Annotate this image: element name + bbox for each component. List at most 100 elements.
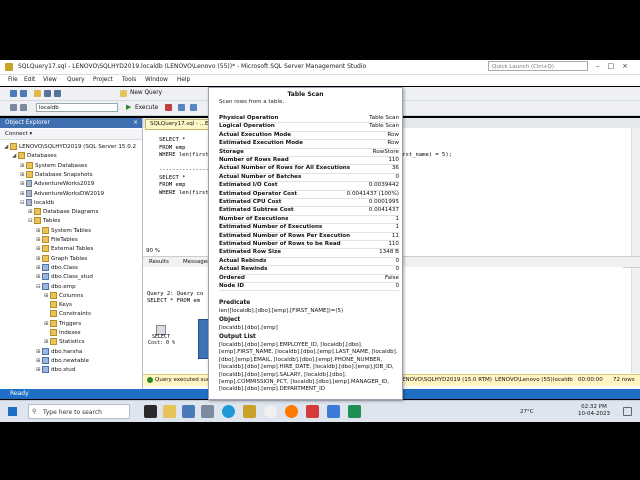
new-query-icon[interactable] bbox=[120, 90, 127, 97]
table-icon bbox=[42, 356, 49, 364]
taskbar-search-input[interactable]: Type here to search bbox=[28, 404, 130, 419]
open-icon[interactable] bbox=[34, 90, 41, 97]
quick-launch-input[interactable]: Quick Launch (Ctrl+Q) bbox=[488, 61, 588, 71]
window-controls[interactable]: –□× bbox=[596, 62, 636, 70]
menu-query[interactable]: Query bbox=[67, 77, 85, 83]
property-name: Ordered bbox=[219, 274, 245, 281]
tree-item[interactable]: ⊟ localdb bbox=[20, 198, 55, 207]
tree-item[interactable]: ⊞ dbo.newtable bbox=[36, 356, 89, 365]
save-all-icon[interactable] bbox=[54, 90, 61, 97]
tree-item[interactable]: ⊞ Database Snapshots bbox=[20, 170, 93, 179]
tree-item[interactable]: ⊞ AdventureWorks2019 bbox=[20, 180, 94, 188]
property-name: Actual Number of Batches bbox=[219, 173, 302, 180]
tree-item[interactable]: ⊞ Statistics bbox=[44, 338, 85, 346]
code-line: SELECT * bbox=[159, 174, 186, 181]
connect-button[interactable]: Connect ▾ bbox=[0, 129, 142, 140]
tree-item-label: dbo.Class_stud bbox=[51, 274, 93, 281]
tree-item[interactable]: ⊟ Tables bbox=[28, 217, 60, 225]
tree-item-label: LENOVO\SQLHYD2019 (SQL Server 15.0.2 bbox=[19, 144, 137, 150]
store-icon[interactable] bbox=[201, 405, 214, 418]
menu-view[interactable]: View bbox=[43, 77, 57, 83]
firefox-icon[interactable] bbox=[285, 405, 298, 418]
tree-item-label: Columns bbox=[59, 292, 84, 299]
media-icon[interactable] bbox=[306, 405, 319, 418]
tree-item[interactable]: ◢ LENOVO\SQLHYD2019 (SQL Server 15.0.2 bbox=[4, 143, 136, 151]
menu-project[interactable]: Project bbox=[93, 77, 113, 83]
property-value: Row bbox=[387, 140, 399, 147]
taskbar-clock[interactable]: 02:32 PM 10-04-2023 bbox=[578, 404, 610, 418]
tree-item[interactable]: ⊞ Graph Tables bbox=[36, 254, 87, 263]
tree-item[interactable]: ⊞ dbo.Class bbox=[36, 263, 78, 272]
property-name: Actual Rewinds bbox=[219, 266, 268, 273]
predicate-value: len([localdb].[dbo].[emp].[FIRST_NAME])=… bbox=[219, 308, 344, 314]
tree-item-label: Databases bbox=[27, 153, 57, 160]
database-select[interactable]: localdb bbox=[36, 103, 118, 112]
back-icon[interactable] bbox=[10, 90, 17, 97]
editor-scrollbar[interactable] bbox=[631, 128, 640, 373]
menu-edit[interactable]: Edit bbox=[24, 77, 35, 83]
mail-icon[interactable] bbox=[182, 405, 195, 418]
windows-start-icon[interactable] bbox=[8, 407, 17, 416]
tree-item[interactable]: ⊞ System Databases bbox=[20, 161, 87, 170]
tree-item-label: localdb bbox=[34, 199, 55, 206]
execute-icon[interactable]: ▶ bbox=[126, 104, 131, 111]
property-row: Node ID 0 bbox=[219, 282, 399, 292]
property-value: 0.0041437 bbox=[368, 207, 399, 214]
tree-item[interactable]: Indexes bbox=[44, 329, 81, 337]
tree-item[interactable]: ⊟ dbo.emp bbox=[36, 282, 76, 291]
menu-file[interactable]: File bbox=[8, 77, 18, 83]
menu-tools[interactable]: Tools bbox=[122, 77, 136, 83]
change-connection-icon[interactable] bbox=[20, 104, 27, 111]
menu-help[interactable]: Help bbox=[177, 77, 190, 83]
search-icon: ⚲ bbox=[32, 408, 37, 415]
tree-item[interactable]: ⊞ dbo.stud bbox=[36, 366, 75, 374]
tree-item[interactable]: ⊞ dbo.harsha bbox=[36, 347, 82, 356]
tree-item[interactable]: ⊞ dbo.Class_stud bbox=[36, 273, 93, 281]
tab-messages[interactable]: Messages bbox=[183, 257, 210, 267]
display-plan-icon[interactable] bbox=[190, 104, 197, 111]
tab-results[interactable]: Results bbox=[149, 257, 169, 267]
tree-item-label: Constraints bbox=[59, 311, 91, 318]
forward-icon[interactable] bbox=[20, 90, 27, 97]
connect-icon[interactable] bbox=[10, 104, 17, 111]
ssms-taskbar-icon[interactable] bbox=[243, 405, 256, 418]
table-icon bbox=[42, 273, 49, 281]
tree-item[interactable]: ⊞ AdventureWorksDW2019 bbox=[20, 189, 104, 198]
tree-item[interactable]: ⊞ External Tables bbox=[36, 245, 93, 253]
weather-text[interactable]: 27°C bbox=[520, 409, 534, 415]
execute-button[interactable]: Execute bbox=[135, 105, 158, 111]
menu-bar: File Edit View Query Project Tools Windo… bbox=[0, 75, 640, 86]
tree-item[interactable]: ⊞ Database Diagrams bbox=[28, 208, 98, 216]
object-explorer: Object Explorer × Connect ▾ ◢ LENOVO\SQLH… bbox=[0, 118, 143, 389]
screen-letterbox-top bbox=[0, 0, 640, 60]
tree-item[interactable]: ⊞ FileTables bbox=[36, 236, 78, 244]
notifications-icon[interactable] bbox=[623, 407, 632, 416]
property-name: Node ID bbox=[219, 283, 244, 289]
close-icon[interactable]: × bbox=[133, 119, 138, 126]
zoom-level[interactable]: 90 % bbox=[143, 247, 206, 255]
object-label: Object bbox=[219, 317, 241, 323]
task-view-icon[interactable] bbox=[144, 405, 157, 418]
cancel-query-icon[interactable] bbox=[165, 104, 172, 111]
excel-icon[interactable] bbox=[348, 405, 361, 418]
status-elapsed: 00:00:00 bbox=[578, 377, 603, 383]
tree-item[interactable]: ⊞ System Tables bbox=[36, 226, 91, 235]
tree-item[interactable]: Keys bbox=[44, 301, 72, 309]
object-explorer-title: Object Explorer bbox=[0, 118, 142, 128]
database-icon bbox=[26, 189, 32, 197]
tree-item[interactable]: ⊞ Columns bbox=[44, 291, 84, 300]
edge-icon[interactable] bbox=[222, 405, 235, 418]
menu-window[interactable]: Window bbox=[145, 77, 168, 83]
tree-item[interactable]: ◢ Databases bbox=[12, 152, 57, 160]
property-value: 110 bbox=[388, 241, 399, 247]
tree-item[interactable]: ⊞ Triggers bbox=[44, 319, 81, 328]
folder-icon bbox=[50, 319, 57, 327]
app-icon[interactable] bbox=[327, 405, 340, 418]
tooltip-title: Table Scan bbox=[287, 91, 324, 98]
chrome-icon[interactable] bbox=[264, 405, 277, 418]
new-query-button[interactable]: New Query bbox=[130, 90, 162, 96]
file-explorer-icon[interactable] bbox=[163, 405, 176, 418]
tree-item[interactable]: Constraints bbox=[44, 310, 91, 318]
save-icon[interactable] bbox=[44, 90, 51, 97]
parse-icon[interactable] bbox=[178, 104, 185, 111]
